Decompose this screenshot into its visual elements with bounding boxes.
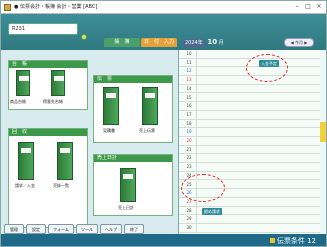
calendar-day-number: 12 — [186, 68, 192, 74]
calendar-row[interactable]: 28 締め請求 — [179, 206, 321, 216]
group-title: 台 帳 — [9, 61, 87, 68]
calendar-row[interactable]: 15 — [179, 93, 321, 103]
search-input[interactable]: R231 — [8, 23, 78, 35]
calendar-cell[interactable] — [196, 224, 321, 233]
calendar-day-number: 28 — [186, 207, 192, 213]
exit-button[interactable]: 終了 — [124, 224, 144, 234]
calendar-day-number: 16 — [186, 103, 192, 109]
help-button[interactable]: ヘルプ — [100, 224, 122, 234]
calendar-cell[interactable] — [196, 145, 321, 155]
title-bar: ● 伝票会計・帳簿 会計・営業 [ABC] – □ × — [1, 1, 326, 14]
calendar-cell[interactable] — [196, 154, 321, 164]
calendar-cell[interactable] — [196, 128, 321, 137]
calendar-day-number: 20 — [186, 138, 192, 143]
calendar-day-number: 22 — [186, 155, 192, 161]
annotation-circle — [181, 174, 225, 202]
calendar-row[interactable]: 29 — [179, 215, 321, 224]
calendar-row[interactable]: 14 — [179, 84, 321, 94]
admin-button[interactable]: 管理 — [4, 224, 24, 234]
calendar-row[interactable]: 21 — [179, 145, 321, 155]
calendar-row[interactable]: 22 — [179, 154, 321, 164]
calendar-day-number: 30 — [186, 225, 192, 230]
slip-icon — [269, 238, 275, 243]
window-title: ● 伝票会計・帳簿 会計・営業 [ABC] — [14, 4, 98, 10]
tab-ledger[interactable]: 帳 簿 — [104, 38, 140, 47]
calendar-cell[interactable] — [196, 102, 321, 111]
calendar-day-number: 11 — [186, 59, 192, 65]
group-title: 伝 票 — [94, 76, 172, 83]
calendar-day-number: 19 — [186, 129, 192, 135]
calendar-row[interactable]: 18 — [179, 119, 321, 129]
calendar-day-number: 18 — [186, 120, 192, 126]
calendar-day-number: 29 — [186, 216, 192, 222]
close-icon[interactable]: × — [315, 3, 323, 11]
calendar-row[interactable]: 30 — [179, 224, 321, 233]
calendar-row[interactable]: 13 — [179, 76, 321, 85]
form-button[interactable]: フォーム — [48, 224, 74, 234]
year-badge: 2024年 — [182, 39, 206, 48]
calendar-cell[interactable] — [196, 110, 321, 120]
calendar-row[interactable]: 16 — [179, 102, 321, 111]
add-button[interactable] — [81, 34, 87, 40]
calendar-day-number: 15 — [186, 94, 192, 100]
group-title: 売上日計 — [94, 155, 172, 162]
calendar-day-number: 13 — [186, 77, 192, 83]
calendar-cell[interactable] — [196, 119, 321, 129]
calendar-cell[interactable] — [196, 215, 321, 224]
calendar-cell[interactable] — [196, 163, 321, 172]
calendar-day-number: 23 — [186, 164, 192, 170]
current-date: 2024年 10 月 — [182, 38, 224, 48]
tools-button[interactable]: ツール — [76, 224, 98, 234]
calendar-row[interactable]: 17 — [179, 110, 321, 120]
calendar-event[interactable]: 締め請求 — [202, 207, 222, 215]
minimize-icon[interactable]: – — [293, 3, 301, 11]
month-number: 10 — [207, 38, 218, 46]
calendar-day-number: 17 — [186, 111, 192, 117]
tab-date-entry[interactable]: 日 付 入力 — [141, 38, 177, 47]
calendar-day-number: 14 — [186, 85, 192, 91]
calendar-row[interactable]: 19 — [179, 128, 321, 137]
app-icon — [4, 4, 11, 11]
group-title: 回 収 — [9, 129, 87, 136]
calendar-cell[interactable] — [196, 93, 321, 103]
maximize-icon[interactable]: □ — [304, 3, 312, 11]
calendar-row[interactable]: 20 — [179, 137, 321, 146]
calendar-cell[interactable] — [196, 137, 321, 146]
calendar-cell[interactable] — [196, 84, 321, 94]
scrollbar-thumb[interactable] — [320, 122, 326, 142]
settings-button[interactable]: 設定 — [26, 224, 46, 234]
calendar-day-number: 10 — [186, 51, 192, 56]
day-calendar: 10 11 入金予定 12 13 14 15 16 17 18 19 20 21 22 23 24 25 26 27… — [178, 50, 321, 234]
calendar-cell[interactable]: 締め請求 — [196, 206, 321, 216]
annotation-circle — [246, 54, 288, 82]
calendar-row[interactable]: 10 — [179, 50, 321, 59]
app-window: ● 伝票会計・帳簿 会計・営業 [ABC] – □ × R231 帳 簿 日 付… — [0, 0, 327, 247]
calendar-day-number: 21 — [186, 146, 192, 152]
month-nav[interactable]: ◀ 今月 ▶ — [284, 38, 314, 47]
slip-count: 伝票条件 12 — [269, 236, 316, 246]
calendar-row[interactable]: 23 — [179, 163, 321, 172]
menu-panel: 台 帳 商品台帳 得意先台帳 伝 票 見積書 売上伝票 回 収 請求／入金 売掛… — [1, 50, 178, 234]
scrollbar[interactable] — [320, 50, 326, 234]
status-bar: 伝票条件 12 — [1, 234, 326, 246]
month-suffix: 月 — [218, 40, 224, 46]
